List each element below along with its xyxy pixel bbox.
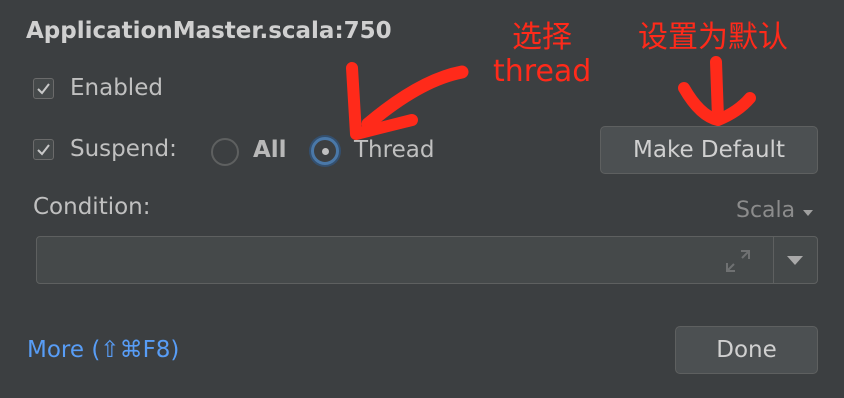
annotation-arrows — [346, 56, 756, 140]
annotation-arrow-to-default — [710, 56, 724, 124]
